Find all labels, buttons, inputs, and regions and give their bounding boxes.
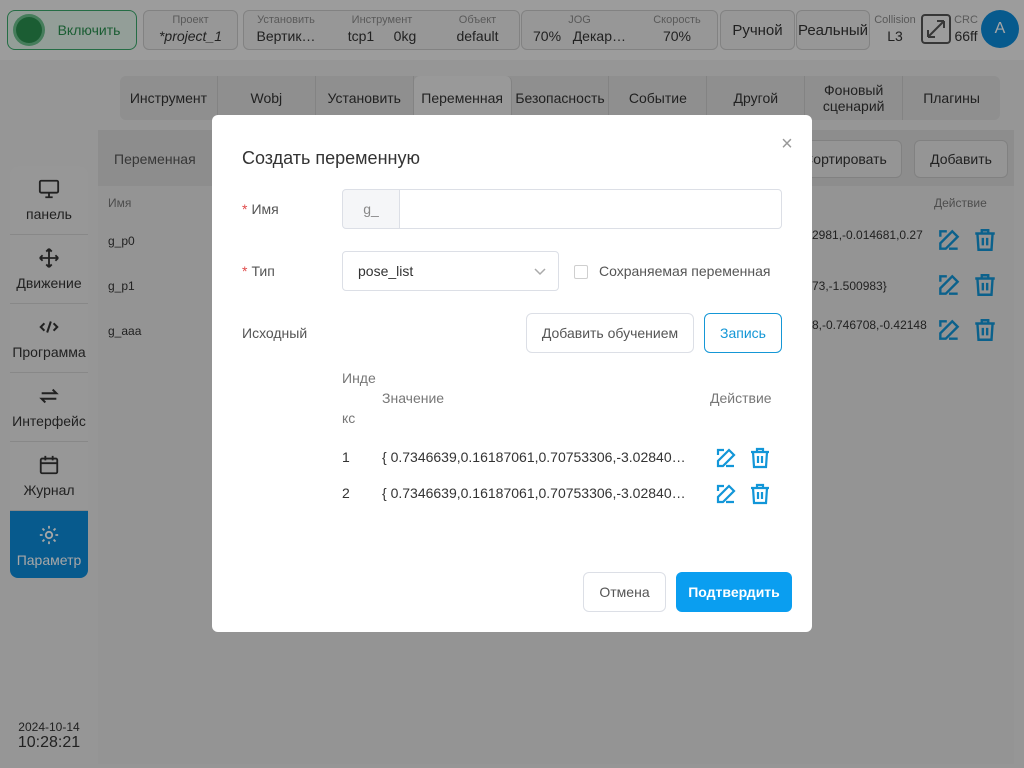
column-header-value: Значение [382,390,445,406]
close-icon[interactable]: × [778,134,796,154]
record-button[interactable]: Запись [704,313,782,353]
column-header-index: Инде [342,370,376,386]
name-input[interactable] [399,189,782,229]
add-by-teach-button[interactable]: Добавить обучением [526,313,694,353]
confirm-button[interactable]: Подтвердить [676,572,792,612]
create-variable-dialog: Создать переменную × * Имя g_ * Тип pose_l… [212,115,812,632]
persist-checkbox[interactable] [574,265,588,279]
edit-icon[interactable] [714,482,738,506]
name-label-text: Имя [251,201,279,217]
required-marker: * [242,201,248,217]
dialog-title: Создать переменную [242,148,420,168]
initial-label: Исходный [242,325,308,341]
table-row-value: { 0.7346639,0.16187061,0.70753306,-3.028… [382,449,686,465]
edit-icon[interactable] [714,446,738,470]
column-header-index-suffix: кс [342,410,356,426]
delete-icon[interactable] [748,446,772,470]
type-label: * Тип [242,263,275,279]
name-prefix: g_ [342,189,400,229]
delete-icon[interactable] [748,482,772,506]
persist-label[interactable]: Сохраняемая переменная [599,263,770,279]
chevron-down-icon [534,268,546,276]
cancel-button[interactable]: Отмена [583,572,666,612]
table-row-index: 2 [342,485,350,501]
type-select[interactable]: pose_list [342,251,559,291]
type-select-value: pose_list [358,263,414,279]
column-header-action: Действие [710,390,772,406]
type-label-text: Тип [251,263,275,279]
name-label: * Имя [242,201,279,217]
table-row-index: 1 [342,449,350,465]
required-marker: * [242,263,248,279]
table-row-value: { 0.7346639,0.16187061,0.70753306,-3.028… [382,485,686,501]
